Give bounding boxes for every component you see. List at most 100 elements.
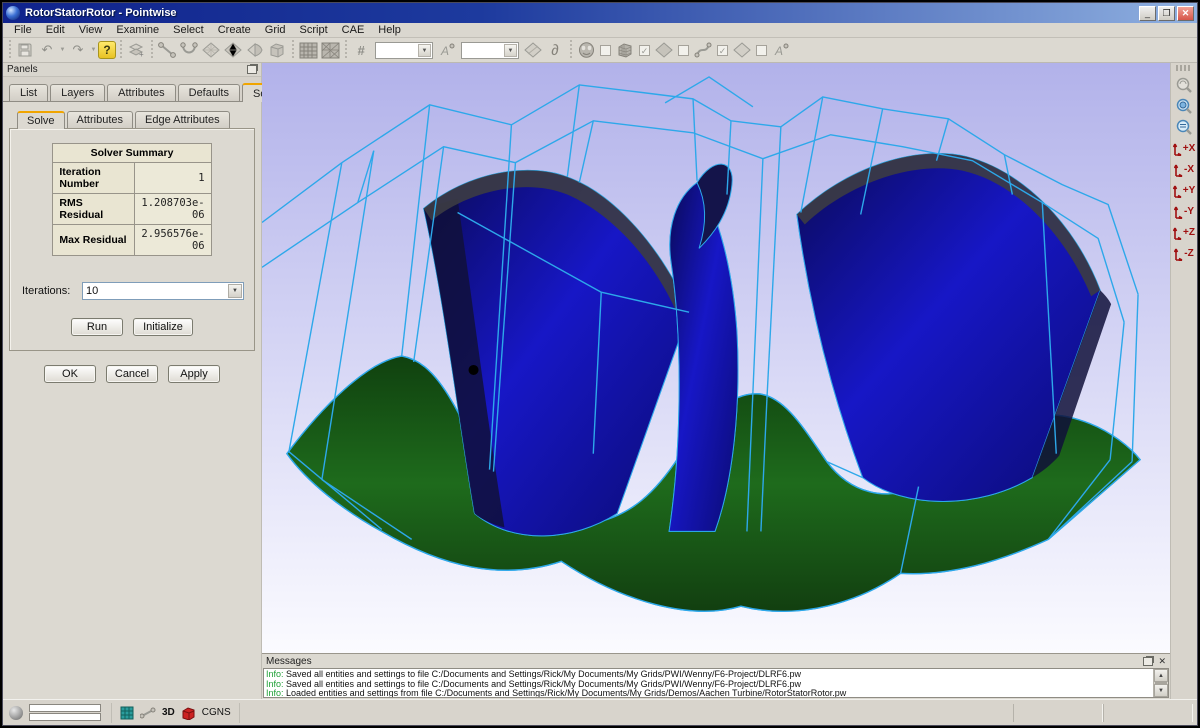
progress-fields [29,704,101,721]
status-cell [1103,704,1193,722]
apply-button[interactable]: Apply [168,365,220,383]
unstructured-domain-icon[interactable] [222,40,244,61]
3d-viewport[interactable] [262,63,1170,653]
main-toolbar: ↶ ▼ ↷ ▼ ? + [3,38,1197,63]
spacing-mask-icon[interactable]: A [770,40,792,61]
menu-help[interactable]: Help [371,23,408,38]
zoom-selected-icon[interactable] [1173,117,1195,137]
subtab-solve[interactable]: Solve [17,111,65,129]
zoom-extents-icon[interactable] [1173,96,1195,116]
menu-cae[interactable]: CAE [335,23,372,38]
scroll-down-icon[interactable]: ▼ [1154,684,1168,697]
chevron-down-icon[interactable]: ▼ [418,44,431,57]
undo-icon[interactable]: ↶ [36,40,58,61]
mask-checkbox[interactable] [600,45,611,56]
cae-block-icon [181,706,196,720]
unstructured-grid-icon[interactable] [319,40,341,61]
view-minus-z-button[interactable]: -Z [1172,243,1196,263]
solve-domain-icon[interactable] [522,40,544,61]
cancel-button[interactable]: Cancel [106,365,158,383]
redo-dropdown-icon[interactable]: ▼ [89,40,98,61]
tab-attributes[interactable]: Attributes [107,84,175,101]
mask-icon[interactable] [575,40,597,61]
view-plus-z-button[interactable]: +Z [1172,222,1196,242]
ok-button[interactable]: OK [44,365,96,383]
chevron-down-icon[interactable]: ▼ [228,284,242,298]
zoom-undo-icon[interactable] [1173,75,1195,95]
redo-icon[interactable]: ↷ [67,40,89,61]
help-icon[interactable]: ? [98,41,116,59]
block-tool-icon[interactable] [266,40,288,61]
run-button[interactable]: Run [71,318,123,336]
connector-tool-icon[interactable] [156,40,178,61]
title-bar[interactable]: RotorStatorRotor - Pointwise _ ❐ ✕ [3,3,1197,23]
curve-tool-icon[interactable] [178,40,200,61]
status-light-icon [9,706,23,720]
scroll-up-icon[interactable]: ▲ [1154,669,1168,682]
panels-header[interactable]: Panels [3,63,261,77]
panels-tabstrip: List Layers Attributes Defaults Solve [3,77,261,101]
block-mask-icon[interactable] [614,40,636,61]
menu-view[interactable]: View [72,23,110,38]
menu-create[interactable]: Create [211,23,258,38]
subtab-attributes[interactable]: Attributes [67,111,133,128]
dimension-icon[interactable]: # [350,40,372,61]
menu-script[interactable]: Script [293,23,335,38]
spacing-icon[interactable]: A [436,40,458,61]
rms-residual-value: 1.208703e-06 [135,194,211,225]
toolbar-grip[interactable] [1176,65,1192,71]
menu-select[interactable]: Select [166,23,211,38]
svg-text:+: + [139,50,144,58]
database-mask-checkbox[interactable] [756,45,767,56]
structured-domain-icon[interactable] [200,40,222,61]
chevron-down-icon[interactable]: ▼ [504,44,517,57]
iterations-combo[interactable]: 10 ▼ [82,282,244,300]
view-plus-x-button[interactable]: +X [1172,138,1196,158]
restore-button[interactable]: ❐ [1158,6,1175,21]
layers-icon[interactable]: + [125,40,147,61]
menu-file[interactable]: File [7,23,39,38]
subtab-edge-attributes[interactable]: Edge Attributes [135,111,230,128]
selected-point[interactable] [469,365,479,375]
messages-scrollbar[interactable]: ▲ ▼ [1153,669,1168,697]
database-mask-icon[interactable] [731,40,753,61]
tab-list[interactable]: List [9,84,48,101]
domain-mask-icon[interactable] [653,40,675,61]
menu-grid[interactable]: Grid [258,23,293,38]
panels-dock: Panels List Layers Attributes Defaults S… [3,63,261,699]
partial-derivative-icon[interactable]: ∂ [544,40,566,61]
status-field [29,704,101,712]
iterations-row: Iterations: 10 ▼ [22,282,244,300]
spacing-combo[interactable]: ▼ [461,42,519,59]
float-panel-icon[interactable] [247,65,257,74]
minimize-button[interactable]: _ [1139,6,1156,21]
domain-mask-checkbox[interactable] [678,45,689,56]
menu-examine[interactable]: Examine [109,23,166,38]
block-mask-checkbox[interactable]: ✓ [639,45,650,56]
save-icon[interactable] [14,40,36,61]
tab-defaults[interactable]: Defaults [178,84,240,101]
solver-summary-table: Solver Summary Iteration Number 1 RMS Re… [52,143,211,256]
close-button[interactable]: ✕ [1177,6,1194,21]
messages-header[interactable]: Messages ✕ [262,654,1170,668]
window-title: RotorStatorRotor - Pointwise [25,7,1137,19]
structured-grid-icon[interactable] [297,40,319,61]
float-panel-icon[interactable] [1143,657,1153,666]
list-item: Info: Loaded entities and settings from … [266,689,1151,697]
view-minus-y-button[interactable]: -Y [1172,201,1196,221]
table-row: RMS Residual 1.208703e-06 [53,194,211,225]
close-icon[interactable]: ✕ [1158,657,1166,666]
dimension-combo[interactable]: ▼ [375,42,433,59]
extrude-domain-icon[interactable] [244,40,266,61]
toolbar-grip [7,40,12,60]
connector-mask-checkbox[interactable]: ✓ [717,45,728,56]
menu-edit[interactable]: Edit [39,23,72,38]
connector-mask-icon[interactable] [692,40,714,61]
view-minus-x-button[interactable]: -X [1172,159,1196,179]
iteration-number-label: Iteration Number [53,163,135,194]
tab-layers[interactable]: Layers [50,84,105,101]
undo-dropdown-icon[interactable]: ▼ [58,40,67,61]
view-plus-y-button[interactable]: +Y [1172,180,1196,200]
mode-indicators: 3D CGNS [111,703,240,723]
initialize-button[interactable]: Initialize [133,318,193,336]
